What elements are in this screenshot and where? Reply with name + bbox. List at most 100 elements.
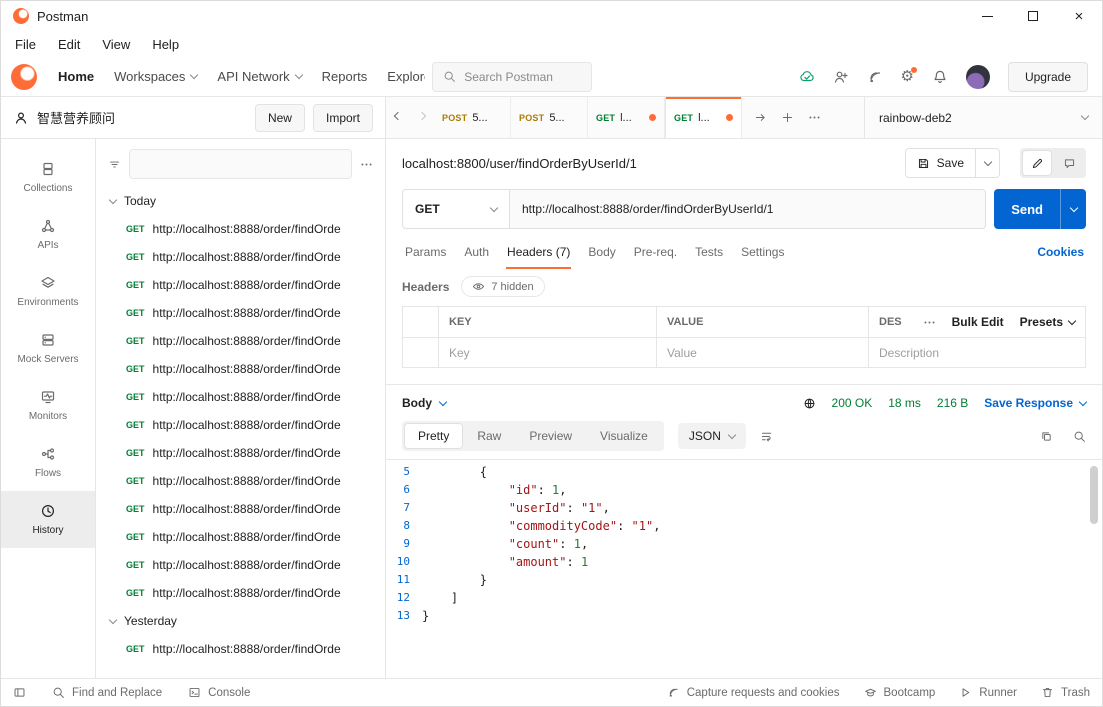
method-select[interactable]: GET — [402, 189, 510, 229]
minimize-button[interactable] — [964, 1, 1010, 31]
bootcamp-button[interactable]: Bootcamp — [864, 686, 935, 699]
settings-gear-icon[interactable]: ⚙ — [901, 67, 918, 84]
sidebar-item-monitors[interactable]: Monitors — [1, 377, 95, 434]
scrollbar-thumb[interactable] — [1090, 466, 1098, 524]
table-options-icon[interactable] — [923, 316, 936, 329]
environment-selector[interactable]: rainbow-deb2 — [864, 97, 1102, 138]
tab-pre-req[interactable]: Pre-req. — [625, 235, 686, 269]
postman-logo-icon[interactable] — [11, 63, 37, 90]
tab-settings[interactable]: Settings — [732, 235, 793, 269]
sidebar-item-environments[interactable]: Environments — [1, 263, 95, 320]
response-body-select[interactable]: Body — [402, 396, 448, 410]
header-key-input[interactable]: Key — [439, 338, 657, 367]
sync-status-icon[interactable] — [799, 69, 815, 85]
tabs-scroll-right-icon[interactable] — [410, 97, 434, 138]
sidebar-toggle-button[interactable] — [13, 686, 26, 699]
history-section-header[interactable]: Today — [96, 187, 385, 215]
menu-help[interactable]: Help — [152, 37, 179, 52]
nav-explore[interactable]: Explore — [378, 57, 434, 96]
find-and-replace-button[interactable]: Find and Replace — [52, 686, 162, 699]
trash-button[interactable]: Trash — [1041, 686, 1090, 699]
close-button[interactable]: × — [1056, 1, 1102, 31]
save-response-button[interactable]: Save Response — [984, 396, 1088, 410]
copy-icon[interactable] — [1040, 430, 1053, 443]
send-options-chevron[interactable] — [1060, 189, 1086, 229]
new-button[interactable]: New — [254, 103, 305, 132]
history-options-icon[interactable] — [360, 158, 373, 171]
tab-body[interactable]: Body — [579, 235, 624, 269]
sidebar-item-flows[interactable]: Flows — [1, 434, 95, 491]
history-item[interactable]: GET http://localhost:8888/order/findOrde — [96, 635, 385, 663]
history-item[interactable]: GET http://localhost:8888/order/findOrde — [96, 355, 385, 383]
history-filter-input[interactable] — [129, 149, 352, 179]
sidebar-item-mock-servers[interactable]: Mock Servers — [1, 320, 95, 377]
globe-icon[interactable] — [803, 397, 816, 410]
history-item[interactable]: GET http://localhost:8888/order/findOrde — [96, 327, 385, 355]
search-response-icon[interactable] — [1073, 430, 1086, 443]
new-tab-plus-icon[interactable] — [781, 111, 794, 124]
history-item[interactable]: GET http://localhost:8888/order/findOrde — [96, 271, 385, 299]
presets-button[interactable]: Presets — [1020, 315, 1077, 329]
tab-headers[interactable]: Headers (7) — [498, 235, 579, 269]
history-section-header[interactable]: Yesterday — [96, 607, 385, 635]
tabs-scroll-left-icon[interactable] — [386, 97, 410, 138]
history-item[interactable]: GET http://localhost:8888/order/findOrde — [96, 299, 385, 327]
save-options-chevron[interactable] — [975, 149, 999, 177]
view-raw[interactable]: Raw — [463, 423, 515, 449]
history-item[interactable]: GET http://localhost:8888/order/findOrde — [96, 579, 385, 607]
nav-reports[interactable]: Reports — [313, 57, 377, 96]
nav-api-network[interactable]: API Network — [208, 57, 310, 96]
request-tab-2[interactable]: POST 5... — [511, 97, 588, 138]
invite-user-icon[interactable] — [833, 69, 849, 85]
view-preview[interactable]: Preview — [515, 423, 586, 449]
upgrade-button[interactable]: Upgrade — [1007, 61, 1088, 92]
url-input[interactable]: http://localhost:8888/order/findOrderByU… — [510, 189, 987, 229]
nav-workspaces[interactable]: Workspaces — [105, 57, 206, 96]
import-button[interactable]: Import — [312, 103, 373, 132]
history-item[interactable]: GET http://localhost:8888/order/findOrde — [96, 215, 385, 243]
wrap-lines-icon[interactable] — [760, 430, 773, 443]
cookies-link[interactable]: Cookies — [1037, 245, 1084, 259]
header-value-input[interactable]: Value — [657, 338, 869, 367]
history-item[interactable]: GET http://localhost:8888/order/findOrde — [96, 411, 385, 439]
history-item[interactable]: GET http://localhost:8888/order/findOrde — [96, 467, 385, 495]
user-avatar[interactable] — [965, 64, 990, 89]
history-item[interactable]: GET http://localhost:8888/order/findOrde — [96, 243, 385, 271]
global-search-input[interactable]: Search Postman — [432, 61, 593, 92]
save-button[interactable]: Save — [904, 148, 1000, 178]
maximize-button[interactable] — [1010, 1, 1056, 31]
menu-view[interactable]: View — [102, 37, 130, 52]
format-select[interactable]: JSON — [677, 423, 746, 449]
header-description-input[interactable]: Description — [869, 338, 1085, 367]
runner-button[interactable]: Runner — [959, 686, 1017, 699]
history-item[interactable]: GET http://localhost:8888/order/findOrde — [96, 439, 385, 467]
tab-options-icon[interactable] — [808, 111, 821, 124]
notifications-bell-icon[interactable] — [932, 69, 948, 85]
nav-home[interactable]: Home — [49, 57, 103, 96]
edit-request-button[interactable] — [1022, 150, 1052, 176]
history-item[interactable]: GET http://localhost:8888/order/findOrde — [96, 523, 385, 551]
comment-button[interactable] — [1054, 150, 1084, 176]
menu-file[interactable]: File — [15, 37, 36, 52]
response-code[interactable]: 5{6 "id": 1, 7 "userId": "1", 8 "commodityCod… — [386, 459, 1102, 678]
history-item[interactable]: GET http://localhost:8888/order/findOrde — [96, 495, 385, 523]
history-item[interactable]: GET http://localhost:8888/order/findOrde — [96, 551, 385, 579]
request-tab-4-active[interactable]: GET l... — [665, 97, 742, 138]
console-button[interactable]: Console — [188, 686, 250, 699]
sidebar-item-collections[interactable]: Collections — [1, 149, 95, 206]
capture-requests-button[interactable]: Capture requests and cookies — [667, 686, 840, 699]
tab-auth[interactable]: Auth — [455, 235, 498, 269]
capture-icon[interactable] — [867, 69, 883, 85]
menu-edit[interactable]: Edit — [58, 37, 80, 52]
request-tab-3[interactable]: GET l... — [588, 97, 665, 138]
sidebar-item-apis[interactable]: APIs — [1, 206, 95, 263]
arrow-right-icon[interactable] — [754, 111, 767, 124]
view-pretty[interactable]: Pretty — [404, 423, 464, 449]
history-item[interactable]: GET http://localhost:8888/order/findOrde — [96, 383, 385, 411]
send-button[interactable]: Send — [994, 189, 1086, 229]
workspace-title[interactable]: 智慧营养顾问 — [37, 108, 115, 127]
tab-params[interactable]: Params — [396, 235, 455, 269]
tab-tests[interactable]: Tests — [686, 235, 732, 269]
hidden-headers-toggle[interactable]: 7 hidden — [461, 276, 545, 297]
bulk-edit-button[interactable]: Bulk Edit — [952, 315, 1004, 329]
